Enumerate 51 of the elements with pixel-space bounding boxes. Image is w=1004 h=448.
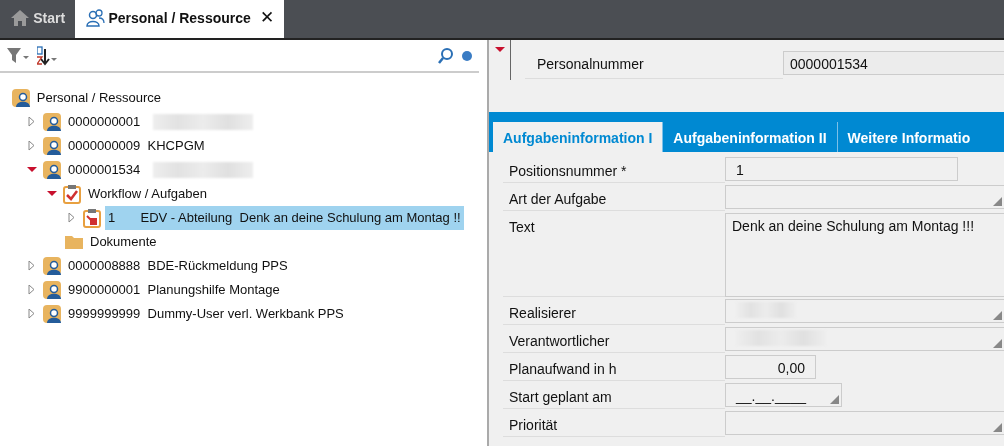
- text-field[interactable]: 0000001534: [783, 51, 1004, 75]
- tree-item[interactable]: 0000000001: [65, 110, 144, 134]
- dropdown-field[interactable]: [725, 185, 1004, 210]
- field-label: Start geplant am: [503, 381, 725, 410]
- tab[interactable]: Weitere Informatio: [836, 122, 981, 152]
- tree-item[interactable]: 0000000009 KHCPGM: [65, 134, 208, 158]
- person-icon: [41, 136, 62, 156]
- app-tab[interactable]: Personal / Ressource ✕: [75, 0, 285, 38]
- field-label: Planaufwand in h: [503, 353, 725, 382]
- person-icon: [41, 160, 62, 180]
- text-area[interactable]: Denk an deine Schulung am Montag !!!: [725, 213, 1004, 298]
- tree-item[interactable]: 9999999999 Dummy-User verl. Werkbank PPS: [65, 302, 347, 326]
- dot-icon: [461, 49, 473, 62]
- sort-icon[interactable]: [36, 45, 59, 66]
- filter-icon[interactable]: [6, 45, 30, 66]
- text-field[interactable]: 1: [725, 157, 958, 182]
- tree-item[interactable]: 9900000001 Planungshilfe Montage: [65, 278, 283, 302]
- field-label: Priorität: [503, 409, 725, 438]
- tree-item[interactable]: 1 EDV - Abteilung Denk an deine Schulung am Montag !!: [105, 206, 464, 230]
- expanded-arrow-icon[interactable]: [26, 165, 39, 175]
- person-icon: [41, 112, 62, 132]
- clipboard-task-icon: [81, 208, 102, 228]
- tree-item[interactable]: Dokumente: [87, 230, 160, 254]
- field-label: Realisierer: [503, 297, 725, 326]
- person-icon: [41, 280, 62, 300]
- house-icon: [10, 8, 30, 28]
- dropdown-field[interactable]: [725, 411, 1004, 436]
- clipboard-check-icon: [61, 184, 82, 204]
- person-icon: [10, 88, 31, 108]
- close-icon[interactable]: ✕: [260, 5, 275, 31]
- tree-item[interactable]: 0000001534: [65, 158, 144, 182]
- field-label: Personalnummer: [525, 51, 783, 79]
- person-icon: [41, 256, 62, 276]
- number-field[interactable]: 0,00: [725, 355, 816, 380]
- people-icon: [85, 8, 106, 28]
- tab[interactable]: Aufgabeninformation II: [662, 122, 837, 152]
- dropdown-field[interactable]: [725, 299, 1004, 324]
- field-label: Art der Aufgabe: [503, 183, 725, 212]
- tree-item[interactable]: 0000008888 BDE-Rückmeldung PPS: [65, 254, 291, 278]
- expanded-arrow-icon[interactable]: [46, 189, 59, 199]
- field-label: Positionsnummer *: [503, 155, 725, 184]
- dropdown-corner-icon: [993, 339, 1002, 349]
- date-field[interactable]: __.__.____: [725, 383, 842, 408]
- dropdown-field[interactable]: [725, 327, 1004, 352]
- app-tab[interactable]: Start: [0, 0, 76, 38]
- field-label: Verantwortlicher: [503, 325, 725, 354]
- search-icon[interactable]: [436, 46, 455, 65]
- tree-item[interactable]: Workflow / Aufgaben: [85, 182, 210, 206]
- person-icon: [41, 304, 62, 324]
- tree-item[interactable]: Personal / Ressource: [33, 86, 165, 110]
- dropdown-corner-icon: [993, 423, 1002, 433]
